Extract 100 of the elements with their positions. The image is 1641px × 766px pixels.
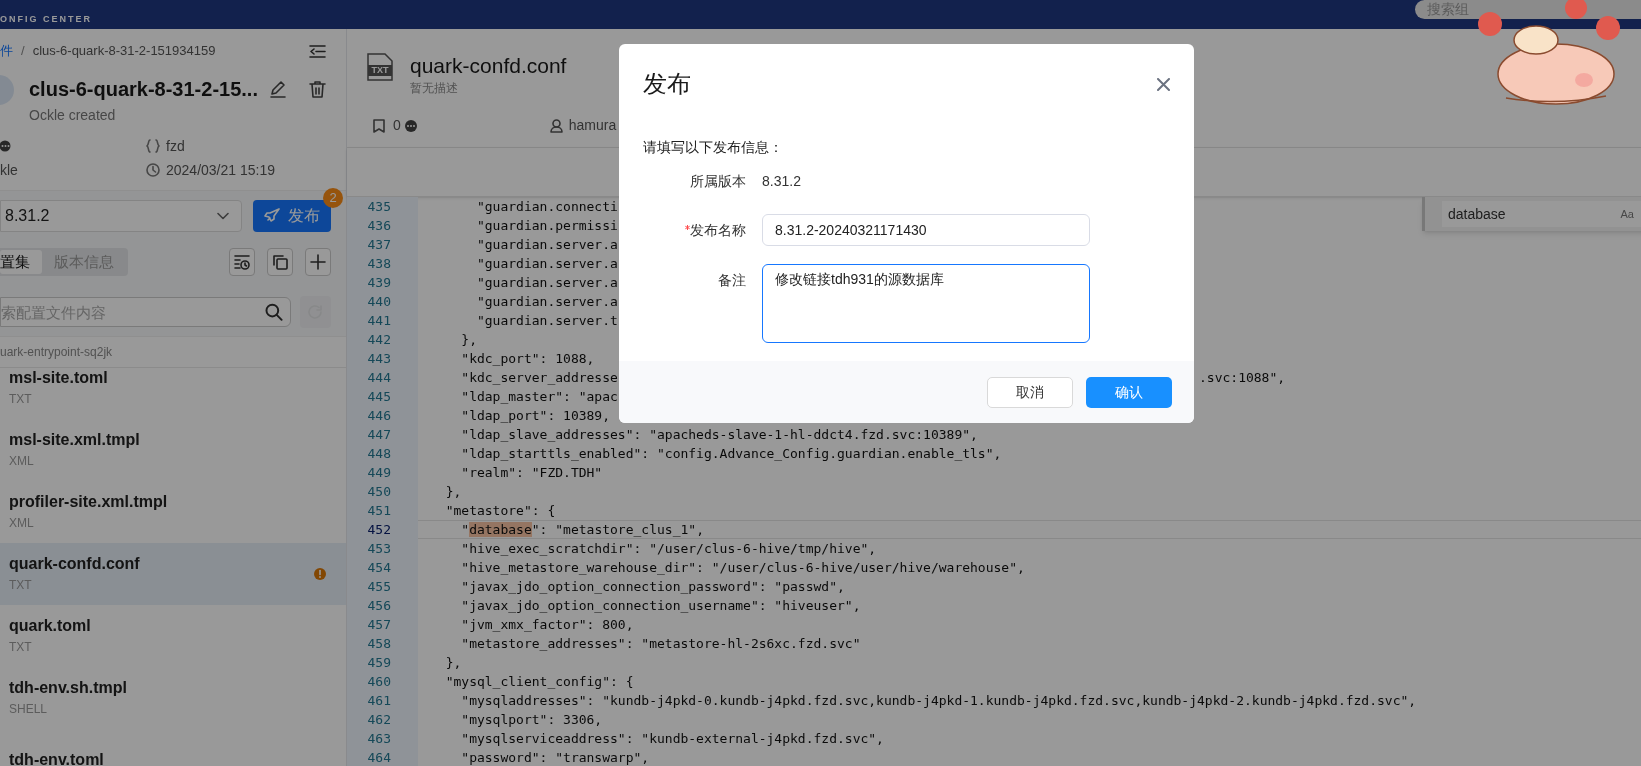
code-line: "kdc_port": 1088, <box>460 351 595 366</box>
close-icon[interactable] <box>1157 77 1170 91</box>
line-number: 464 <box>366 749 391 766</box>
collapse-icon[interactable] <box>309 43 326 59</box>
more-icon[interactable] <box>404 119 417 132</box>
code-line: "ldap_starttls_enabled": "config.Advance_Config.guardian.enable_tls", <box>460 446 1002 461</box>
line-number: 447 <box>366 426 391 444</box>
project-subtitle: Ockle created <box>29 106 117 125</box>
rocket-icon <box>264 208 280 224</box>
line-number: 448 <box>366 445 391 463</box>
line-number: 446 <box>366 407 391 425</box>
code-line: "metastore_addresses": "metastore-hl-2s6xc.fzd.svc" <box>460 636 861 651</box>
code-line: "metastore": { <box>444 503 556 518</box>
line-number: 444 <box>366 369 391 387</box>
code-line: "guardian.server.a <box>475 237 618 252</box>
field-label: 备注 <box>718 270 746 290</box>
copy-button[interactable] <box>267 248 293 276</box>
bookmark-count: 0 <box>393 116 401 135</box>
tab[interactable]: 置集 <box>0 250 42 274</box>
created-time: 2024/03/21 15:19 <box>166 160 275 180</box>
field-label: 所属版本 <box>690 171 746 191</box>
file-icon <box>367 53 393 81</box>
code-line: "kdc_server_addresse <box>460 370 618 385</box>
line-number: 437 <box>366 236 391 254</box>
line-number: 458 <box>366 635 391 653</box>
code-line: "password": "transwarp", <box>460 750 650 765</box>
line-number: 436 <box>366 217 391 235</box>
line-number: 451 <box>366 502 391 520</box>
line-number: 441 <box>366 312 391 330</box>
line-number: 435 <box>366 198 391 216</box>
input-field[interactable]: 8.31.2-20240321171430 <box>762 214 1090 246</box>
code-line: "jvm_xmx_factor": 800, <box>460 617 634 632</box>
add-button[interactable] <box>305 248 331 276</box>
code-line: "ldap_port": 10389, <box>460 408 610 423</box>
clock-icon <box>146 163 160 177</box>
braces-icon <box>146 139 160 153</box>
file-type-label: TXT <box>370 65 390 76</box>
line-number: 443 <box>366 350 391 368</box>
dialog-intro: 请填写以下发布信息： <box>643 137 784 157</box>
code-line: "guardian.server.t <box>475 313 618 328</box>
field-label: 发布名称 <box>690 220 746 240</box>
code-line: "guardian.connecti <box>475 199 618 214</box>
line-number: 453 <box>366 540 391 558</box>
more-icon[interactable] <box>0 140 11 152</box>
file-title: quark-confd.conf <box>410 53 567 79</box>
code-line: "mysql_client_config": { <box>444 674 634 689</box>
required-icon <box>685 224 690 230</box>
line-number: 462 <box>366 711 391 729</box>
code-line: "guardian.server.a <box>475 256 618 271</box>
code-line: "database": "metastore_clus_1", <box>460 522 704 537</box>
find-field[interactable]: database Aa <box>1442 201 1641 227</box>
code-line: "mysqladdresses": "kundb-j4pkd-0.kundb-j4pkd.fzd.svc,kundb-j4pkd-1.kundb-j4pkd.fzd.svc,kundb-j4pkd-2.kundb-j4pkd.fzd.svc", <box>460 693 1417 708</box>
code-line: }, <box>444 655 462 670</box>
breadcrumb-separator: / <box>21 42 25 61</box>
code-line: "guardian.permissi <box>475 218 618 233</box>
line-number: 461 <box>366 692 391 710</box>
code-line: "javax_jdo_option_connection_username": "hiveuser", <box>460 598 861 613</box>
history-button[interactable] <box>229 248 255 276</box>
line-number: 440 <box>366 293 391 311</box>
line-number: 449 <box>366 464 391 482</box>
line-number: 452 <box>366 521 391 539</box>
edit-icon[interactable] <box>269 80 287 98</box>
line-number: 459 <box>366 654 391 672</box>
confirm-button[interactable]: 确认 <box>1086 376 1172 408</box>
delete-icon[interactable] <box>309 80 326 98</box>
group-label: uark-entrypoint-sq2jk <box>0 344 113 361</box>
breadcrumb-item: clus-6-quark-8-31-2-151934159 <box>32 42 216 61</box>
line-number: 445 <box>366 388 391 406</box>
code-line: }, <box>460 332 477 347</box>
file-description: 暂无描述 <box>410 80 459 97</box>
version-select[interactable]: 8.31.2 <box>0 200 242 232</box>
logo-subtitle: ONFIG CENTER <box>0 12 92 26</box>
line-number: 439 <box>366 274 391 292</box>
line-number: 460 <box>366 673 391 691</box>
dialog-title: 发布 <box>643 69 691 99</box>
line-number: 456 <box>366 597 391 615</box>
code-line: "mysqlserviceaddress": "kundb-external-j4pkd.fzd.svc", <box>460 731 884 746</box>
code-line: .svc:1088", <box>1199 369 1286 387</box>
chevron-down-icon <box>217 212 229 220</box>
match-case-toggle[interactable]: Aa <box>1620 205 1634 223</box>
cancel-button[interactable]: 取消 <box>987 376 1073 408</box>
project-title: clus-6-quark-8-31-2-15... <box>29 77 258 102</box>
line-number: 463 <box>366 730 391 748</box>
line-number: 455 <box>366 578 391 596</box>
owner-name: hamura <box>568 116 617 135</box>
code-line: "realm": "FZD.TDH" <box>460 465 603 480</box>
line-number: 442 <box>366 331 391 349</box>
textarea-field[interactable]: 修改链接tdh931的源数据库 <box>762 264 1090 343</box>
line-number: 450 <box>366 483 391 501</box>
file-list-item[interactable]: quark-confd.conf TXT <box>0 543 346 605</box>
plus-icon <box>310 254 326 270</box>
code-line: "guardian.server.a <box>475 294 618 309</box>
history-icon <box>234 254 250 270</box>
code-line: "ldap_slave_addresses": "apacheds-slave-1-hl-ddct4.fzd.svc:10389", <box>460 427 978 442</box>
code-line: "hive_metastore_warehouse_dir": "/user/clus-6-hive/user/hive/warehouse", <box>460 560 1025 575</box>
creator-label: kle <box>0 160 18 180</box>
code-line: "hive_exec_scratchdir": "/user/clus-6-hive/tmp/hive", <box>460 541 877 556</box>
line-number: 454 <box>366 559 391 577</box>
code-line: "mysqlport": 3306, <box>460 712 603 727</box>
notification-badge: 2 <box>323 188 343 208</box>
